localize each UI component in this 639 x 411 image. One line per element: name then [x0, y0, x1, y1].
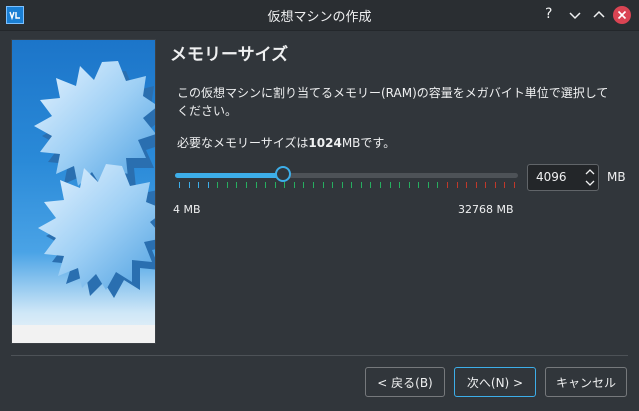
slider-tick: [236, 182, 238, 188]
back-button[interactable]: < 戻る(B): [365, 367, 445, 397]
recommended-suffix: MBです。: [341, 136, 396, 150]
memory-size-value[interactable]: 4096: [536, 170, 567, 184]
slider-tick: [217, 182, 219, 188]
slider-tick: [246, 182, 247, 188]
slider-tick: [322, 182, 324, 188]
slider-tick: [332, 182, 334, 188]
spin-up-icon[interactable]: [584, 167, 596, 177]
slider-tick: [188, 182, 190, 188]
slider-tick: [447, 182, 448, 188]
slider-tick: [408, 182, 410, 188]
help-icon: ?: [545, 6, 553, 22]
close-button[interactable]: [613, 6, 631, 24]
slider-tick: [427, 182, 429, 188]
slider-tick: [351, 182, 353, 188]
wizard-banner-image: [11, 39, 156, 344]
slider-tick: [284, 182, 286, 188]
recommended-memory-text: 必要なメモリーサイズは1024MBです。: [177, 134, 395, 151]
chevron-up-icon: [593, 10, 605, 18]
maximize-button[interactable]: [589, 5, 609, 25]
slider-tick: [360, 182, 362, 188]
page-title: メモリーサイズ: [170, 45, 289, 65]
memory-slider[interactable]: [175, 166, 518, 182]
chevron-down-icon: [569, 12, 581, 20]
slider-tick: [255, 182, 257, 188]
memory-slider-handle[interactable]: [275, 166, 292, 182]
slider-tick: [504, 182, 506, 188]
help-button[interactable]: ?: [540, 5, 560, 25]
minimize-button[interactable]: [565, 5, 585, 25]
slider-tick: [179, 182, 180, 188]
recommended-prefix: 必要なメモリーサイズは: [177, 136, 309, 150]
slider-tick: [380, 182, 381, 188]
slider-tick: [418, 182, 420, 188]
slider-tick: [494, 182, 496, 188]
slider-tick: [274, 182, 276, 188]
slider-tick: [313, 182, 314, 188]
slider-tick: [389, 182, 391, 188]
slider-tick: [514, 182, 515, 188]
slider-tick: [466, 182, 468, 188]
title-bar: 仮想マシンの作成 ?: [0, 0, 639, 31]
slider-tick: [399, 182, 401, 188]
memory-slider-fill: [175, 173, 284, 178]
slider-tick: [485, 182, 487, 188]
page-description: この仮想マシンに割り当てるメモリー(RAM)の容量をメガバイト単位で選択してくだ…: [177, 86, 609, 118]
slider-tick: [303, 182, 305, 188]
slider-tick: [370, 182, 372, 188]
spin-down-icon[interactable]: [584, 178, 596, 188]
close-icon: [617, 10, 627, 20]
slider-tick: [207, 182, 209, 188]
slider-tick: [437, 182, 439, 188]
memory-size-spinbox[interactable]: 4096: [527, 164, 599, 191]
slider-tick: [226, 182, 228, 188]
slider-max-label: 32768 MB: [458, 203, 514, 216]
slider-tick: [265, 182, 267, 188]
cancel-button[interactable]: キャンセル: [545, 367, 627, 397]
slider-tick: [456, 182, 458, 188]
banner-floor: [12, 325, 155, 343]
slider-tick: [198, 182, 200, 188]
memory-unit-label: MB: [607, 170, 626, 184]
slider-min-label: 4 MB: [173, 203, 201, 216]
memory-slider-ticks: [175, 182, 518, 190]
button-separator: [11, 355, 628, 356]
recommended-value: 1024: [308, 136, 342, 150]
slider-tick: [293, 182, 295, 188]
slider-tick: [475, 182, 477, 188]
slider-tick: [341, 182, 343, 188]
next-button[interactable]: 次へ(N) >: [454, 367, 536, 397]
